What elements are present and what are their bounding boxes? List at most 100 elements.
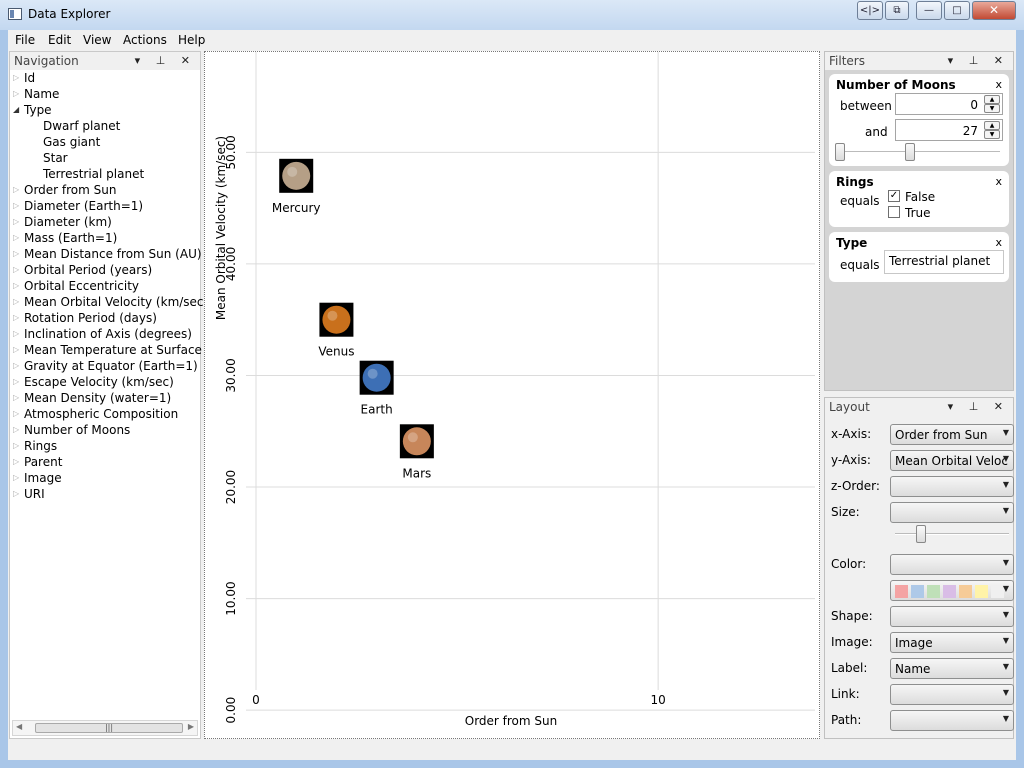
expand-arrow-icon[interactable]: ▷ [13, 89, 19, 98]
size-slider-thumb[interactable] [915, 525, 926, 543]
nav-item[interactable]: Type [24, 103, 52, 117]
nav-item[interactable]: Diameter (km) [24, 215, 112, 229]
scroll-left-icon[interactable]: ◀ [16, 722, 22, 731]
horizontal-scrollbar[interactable]: ◀ ||| ▶ [12, 720, 198, 736]
nav-item[interactable]: Gas giant [43, 135, 100, 149]
layout-combo[interactable]: Mean Orbital Veloc ▼ [890, 450, 1014, 471]
nav-item[interactable]: Id [24, 71, 35, 85]
planet-disk [282, 161, 311, 190]
rings-false-checkbox[interactable]: ✓ [888, 190, 900, 202]
type-filter-close-icon[interactable]: x [995, 236, 1002, 249]
spin-down-icon[interactable]: ▼ [984, 104, 1000, 113]
panel-options-icon[interactable]: ▾ ⊥ ✕ [135, 52, 196, 70]
nav-item[interactable]: Gravity at Equator (Earth=1) [24, 359, 198, 373]
nav-item[interactable]: Inclination of Axis (degrees) [24, 327, 192, 341]
size-slider-track[interactable] [895, 533, 1009, 535]
color-palette-combo[interactable]: ▼ [890, 580, 1014, 601]
expand-arrow-icon[interactable]: ▷ [13, 201, 19, 210]
nav-item[interactable]: Image [24, 471, 62, 485]
spin-up-icon[interactable]: ▲ [984, 121, 1000, 130]
expand-arrow-icon[interactable]: ▷ [13, 409, 19, 418]
expand-arrow-icon[interactable]: ▷ [13, 217, 19, 226]
layout-combo[interactable]: ▼ [890, 476, 1014, 497]
nav-item[interactable]: Mass (Earth=1) [24, 231, 117, 245]
nav-item[interactable]: Dwarf planet [43, 119, 120, 133]
menu-bar: File Edit View Actions Help [8, 30, 1016, 50]
layout-combo[interactable]: Image ▼ [890, 632, 1014, 653]
layout-combo[interactable]: Order from Sun ▼ [890, 424, 1014, 445]
nav-item[interactable]: Rings [24, 439, 57, 453]
palette-swatch [959, 585, 972, 598]
expand-arrow-icon[interactable]: ▷ [13, 185, 19, 194]
layout-combo[interactable]: ▼ [890, 502, 1014, 523]
nav-item[interactable]: Order from Sun [24, 183, 116, 197]
nav-item[interactable]: Parent [24, 455, 62, 469]
expand-arrow-icon[interactable]: ▷ [13, 377, 19, 386]
expand-arrow-icon[interactable]: ▷ [13, 489, 19, 498]
nav-item[interactable]: Name [24, 87, 59, 101]
menu-file[interactable]: File [15, 33, 35, 47]
expand-arrow-icon[interactable]: ▷ [13, 73, 19, 82]
layout-combo[interactable]: Name ▼ [890, 658, 1014, 679]
menu-view[interactable]: View [83, 33, 111, 47]
scrollbar-thumb[interactable]: ||| [35, 723, 183, 733]
expand-arrow-icon[interactable]: ▷ [13, 265, 19, 274]
nav-item[interactable]: Atmospheric Composition [24, 407, 178, 421]
nav-item[interactable]: Number of Moons [24, 423, 130, 437]
expand-arrow-icon[interactable]: ▷ [13, 441, 19, 450]
expand-arrow-icon[interactable]: ▷ [13, 361, 19, 370]
expand-arrow-icon[interactable]: ▷ [13, 457, 19, 466]
y-tick-label: 20.00 [224, 470, 238, 504]
expand-arrow-icon[interactable]: ▷ [13, 249, 19, 258]
spin-down-icon[interactable]: ▼ [984, 130, 1000, 139]
expand-arrow-icon[interactable]: ▷ [13, 393, 19, 402]
moons-range-max-thumb[interactable] [904, 143, 915, 161]
moons-min-input[interactable]: 0 ▲ ▼ [895, 93, 1003, 115]
moons-range-track[interactable] [835, 151, 1000, 153]
maximize-button[interactable]: □ [944, 1, 970, 20]
panel-options-icon[interactable]: ▾ ⊥ ✕ [948, 398, 1009, 416]
panel-options-icon[interactable]: ▾ ⊥ ✕ [948, 52, 1009, 70]
nav-item[interactable]: URI [24, 487, 45, 501]
layout-combo[interactable]: ▼ [890, 606, 1014, 627]
nav-item[interactable]: Star [43, 151, 68, 165]
chevron-down-icon: ▼ [1002, 558, 1009, 567]
layout-combo[interactable]: ▼ [890, 710, 1014, 731]
rings-true-checkbox[interactable] [888, 206, 900, 218]
minimize-button[interactable]: — [916, 1, 942, 20]
menu-help[interactable]: Help [178, 33, 205, 47]
nav-item[interactable]: Diameter (Earth=1) [24, 199, 143, 213]
collapse-arrow-icon[interactable]: ◢ [13, 105, 19, 114]
nav-item[interactable]: Mean Distance from Sun (AU) [24, 247, 202, 261]
spin-up-icon[interactable]: ▲ [984, 95, 1000, 104]
restore-layout-button[interactable]: <|> [857, 1, 883, 20]
expand-arrow-icon[interactable]: ▷ [13, 425, 19, 434]
type-value-field[interactable]: Terrestrial planet [884, 250, 1004, 274]
layout-combo[interactable]: ▼ [890, 554, 1014, 575]
expand-arrow-icon[interactable]: ▷ [13, 473, 19, 482]
nav-item[interactable]: Orbital Eccentricity [24, 279, 139, 293]
moons-filter-close-icon[interactable]: x [995, 78, 1002, 91]
scroll-right-icon[interactable]: ▶ [188, 722, 194, 731]
menu-edit[interactable]: Edit [48, 33, 71, 47]
nav-item[interactable]: Mean Density (water=1) [24, 391, 171, 405]
nav-item[interactable]: Mean Temperature at Surface (C) [24, 343, 223, 357]
moons-range-min-thumb[interactable] [835, 143, 845, 161]
layout-combo[interactable]: ▼ [890, 684, 1014, 705]
nav-item[interactable]: Orbital Period (years) [24, 263, 152, 277]
expand-arrow-icon[interactable]: ▷ [13, 297, 19, 306]
nav-item[interactable]: Mean Orbital Velocity (km/sec) [24, 295, 208, 309]
copy-button[interactable]: ⧉ [885, 1, 909, 20]
rings-filter-close-icon[interactable]: x [995, 175, 1002, 188]
nav-item[interactable]: Escape Velocity (km/sec) [24, 375, 174, 389]
nav-item[interactable]: Terrestrial planet [43, 167, 144, 181]
expand-arrow-icon[interactable]: ▷ [13, 233, 19, 242]
expand-arrow-icon[interactable]: ▷ [13, 345, 19, 354]
expand-arrow-icon[interactable]: ▷ [13, 329, 19, 338]
menu-actions[interactable]: Actions [123, 33, 167, 47]
expand-arrow-icon[interactable]: ▷ [13, 281, 19, 290]
moons-max-input[interactable]: 27 ▲ ▼ [895, 119, 1003, 141]
expand-arrow-icon[interactable]: ▷ [13, 313, 19, 322]
close-button[interactable]: ✕ [972, 1, 1016, 20]
nav-item[interactable]: Rotation Period (days) [24, 311, 157, 325]
